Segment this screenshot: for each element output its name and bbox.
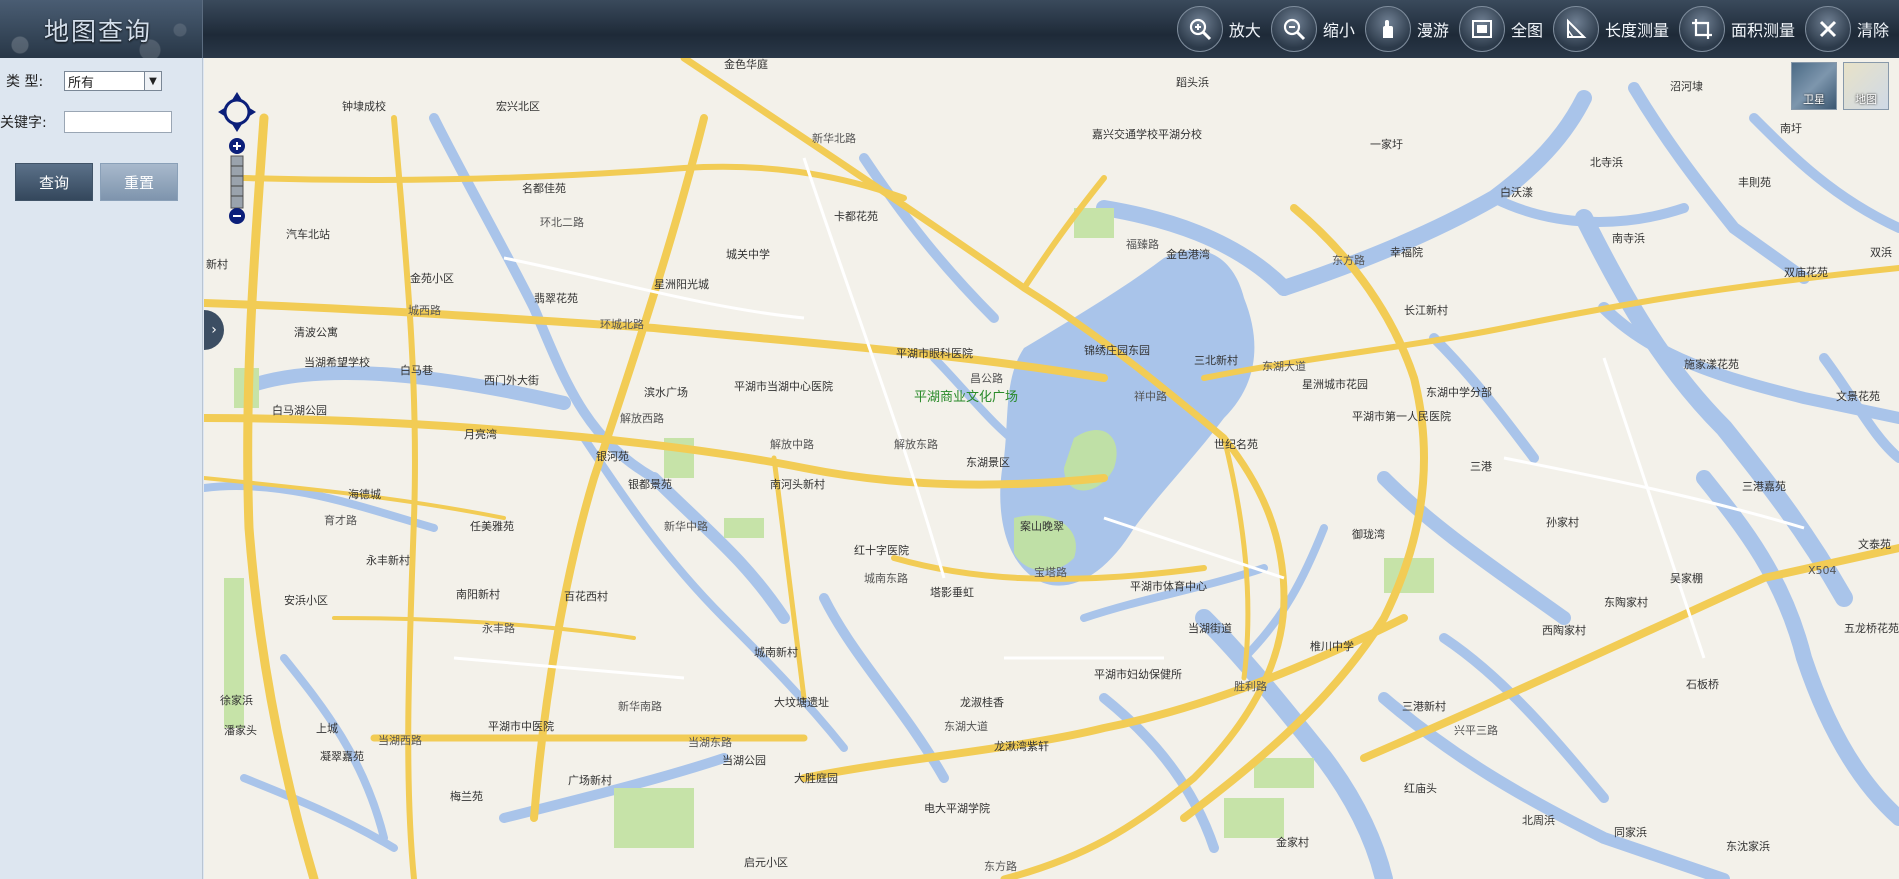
app-logo: 地图查询 (0, 0, 203, 58)
satellite-layer-label: 卫星 (1803, 93, 1825, 106)
full-extent-icon (1458, 6, 1505, 52)
measure-area-button[interactable]: 面积测量 (1678, 0, 1805, 58)
measure-length-label: 长度测量 (1604, 21, 1669, 40)
keyword-label: 关键字: (0, 115, 47, 131)
app-header: 地图查询 放大 缩小 漫游 全图 长度测量 面积测量 清除 (0, 0, 1899, 58)
zoom-out-icon[interactable] (229, 208, 245, 224)
zoom-slider-track[interactable] (230, 155, 244, 209)
zoom-out-button[interactable]: 缩小 (1270, 0, 1365, 58)
zoom-out-icon (1270, 6, 1317, 52)
clear-icon (1804, 6, 1851, 52)
type-select[interactable]: 所有 ▼ (64, 71, 162, 91)
zoom-in-button[interactable]: 放大 (1176, 0, 1271, 58)
zoom-in-icon[interactable] (229, 138, 245, 154)
zoom-in-icon (1176, 6, 1223, 52)
layer-switcher: 卫星 地图 (1791, 62, 1889, 110)
measure-length-icon (1552, 6, 1599, 52)
reset-button[interactable]: 重置 (100, 163, 178, 201)
keyword-row: 关键字: (0, 111, 172, 133)
pan-label: 漫游 (1416, 21, 1449, 40)
clear-button[interactable]: 清除 (1804, 0, 1899, 58)
type-select-value: 所有 (68, 75, 95, 91)
full-extent-label: 全图 (1510, 21, 1543, 40)
pan-arrows-icon[interactable] (218, 92, 256, 132)
keyword-input[interactable] (64, 111, 172, 133)
map-base-layer (204, 58, 1899, 879)
pan-button[interactable]: 漫游 (1364, 0, 1459, 58)
map-canvas[interactable]: 钟埭成校 宏兴北区 名都佳苑 金色华庭 卡都花苑 城关中学 星洲阳光城 翡翠花苑… (204, 58, 1899, 879)
satellite-layer-button[interactable]: 卫星 (1791, 62, 1837, 110)
app-title: 地图查询 (44, 17, 153, 46)
measure-length-button[interactable]: 长度测量 (1552, 0, 1679, 58)
zoom-in-label: 放大 (1228, 21, 1261, 40)
query-button[interactable]: 查询 (15, 163, 93, 201)
type-label: 类 型: (6, 74, 44, 90)
map-nav-control (218, 92, 256, 224)
clear-label: 清除 (1856, 21, 1889, 40)
zoom-out-label: 缩小 (1322, 21, 1355, 40)
type-row: 类 型: 所有 ▼ (6, 71, 162, 91)
chevron-down-icon[interactable]: ▼ (144, 72, 161, 90)
pan-icon (1364, 6, 1411, 52)
map-layer-button[interactable]: 地图 (1843, 62, 1889, 110)
map-layer-label: 地图 (1855, 93, 1877, 106)
full-extent-button[interactable]: 全图 (1458, 0, 1553, 58)
query-sidebar: 类 型: 所有 ▼ 关键字: 查询 重置 (0, 58, 203, 879)
chevron-right-icon: › (211, 322, 217, 338)
toolbar: 放大 缩小 漫游 全图 长度测量 面积测量 清除 (1176, 0, 1899, 58)
measure-area-label: 面积测量 (1730, 21, 1795, 40)
measure-area-icon (1678, 6, 1725, 52)
